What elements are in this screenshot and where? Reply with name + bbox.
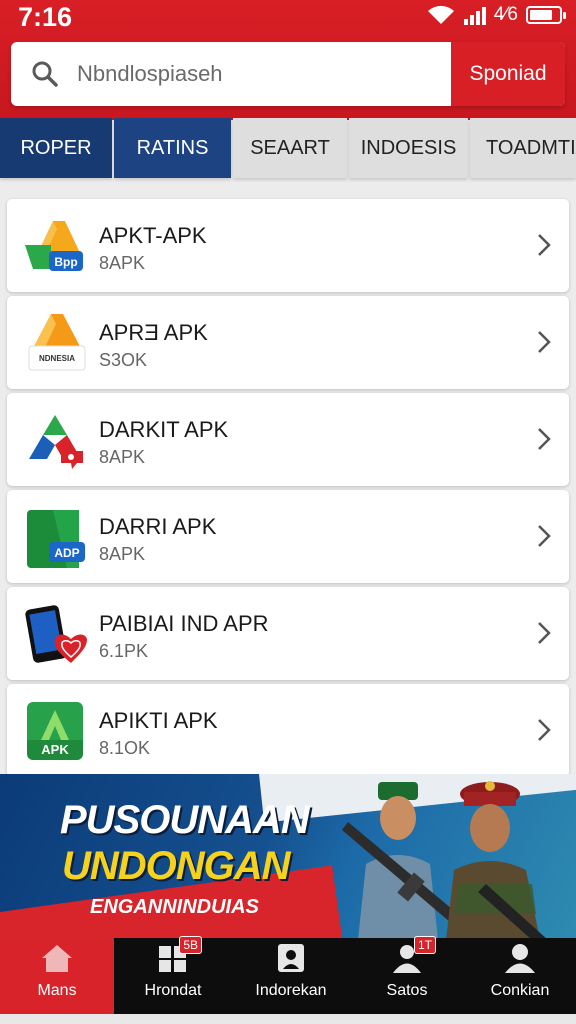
nav-label: Hrondat [144,982,202,999]
svg-text:Bpp: Bpp [54,255,77,269]
tab-roper[interactable]: ROPER [0,118,113,178]
tricolor-triangle-icon [29,415,83,469]
nav-home[interactable]: Mans [0,938,114,1014]
list-item[interactable]: PAIBIAI IND APR 6.1PK [7,587,569,680]
chevron-right-icon [538,234,551,256]
search-icon[interactable] [31,60,59,88]
app-size: 8APK [99,253,146,273]
nav-label: Satos [386,982,428,999]
signal-icon [463,5,486,25]
svg-text:NDNESIA: NDNESIA [39,354,75,363]
search-bar: Sponiad [11,42,565,106]
nav-indorekan[interactable]: Indorekan [232,938,350,1014]
nav-label: Conkian [490,982,550,999]
category-tabs: ROPER RATINS SEAART INDOESIS TOADMTIA [0,118,576,178]
system-gesture-bar [0,1014,576,1024]
chevron-right-icon [538,331,551,353]
home-icon [42,945,72,972]
banner-title: PUSOUNAAN [60,798,310,842]
app-size: 8APK [99,447,146,467]
svg-text:ADP: ADP [54,546,79,560]
wifi-icon [427,5,454,24]
svg-text:APK: APK [41,742,69,757]
list-item[interactable]: NDNESIA APRƎ APK S3OK [7,296,569,389]
promo-banner[interactable]: PUSOUNAAN UNDONGAN ENGANNINDUIAS [0,774,576,940]
app-name: DARRI APK [99,514,217,539]
app-name: PAIBIAI IND APR [99,611,269,636]
battery-icon [526,6,566,24]
orange-a-app-icon: Bpp [25,221,83,271]
green-adp-icon: ADP [27,510,85,568]
notification-badge: 1T [413,936,436,954]
banner-subtitle: UNDONGAN [62,844,291,888]
chevron-right-icon [538,622,551,644]
green-apk-icon: APK [27,702,83,760]
user-icon: 1T [390,936,436,974]
tab-seaart[interactable]: SEAART [233,118,348,178]
tab-toadmtia[interactable]: TOADMTIA [470,118,576,178]
app-size: 6.1PK [99,641,149,661]
tab-indoesis[interactable]: INDOESIS [349,118,468,178]
app-size: 8.1OK [99,738,151,758]
person-card-icon [278,944,304,972]
network-label: 4⁄6 [493,4,518,25]
chevron-right-icon [538,525,551,547]
list-item[interactable]: DARKIT APK 8APK [7,393,569,486]
app-name: APIKTI APK [99,708,218,733]
list-item[interactable]: APK APIKTI APK 8.1OK [7,684,569,777]
nav-satos[interactable]: 1T Satos [350,936,464,1014]
app-size: 8APK [99,544,146,564]
app-name: APRƎ APK [99,320,208,345]
search-input[interactable] [77,42,447,106]
app-header: 7:16 4⁄6 Sponiad [0,0,576,120]
chevron-right-icon [538,719,551,741]
account-icon [505,944,535,973]
nav-label: Indorekan [255,982,327,999]
soldiers-illustration [342,781,548,940]
search-button[interactable]: Sponiad [451,42,565,106]
status-time: 7:16 [18,2,73,32]
status-icons: 4⁄6 [426,4,566,26]
app-size: S3OK [99,350,148,370]
nav-label: Mans [37,982,77,999]
list-item[interactable]: ADP DARRI APK 8APK [7,490,569,583]
tab-ratins[interactable]: RATINS [114,118,232,178]
orange-a-indonesia-icon: NDNESIA [28,314,86,371]
nav-hrondat[interactable]: 5B Hrondat [114,936,232,1014]
phone-heart-icon [25,605,87,663]
grid-icon: 5B [156,936,202,974]
app-name: APKT-APK [99,223,207,248]
bottom-navigation: Mans 5B Hrondat Indorekan 1T Satos Conki… [0,936,576,1014]
banner-tagline: ENGANNINDUIAS [90,896,259,918]
nav-conkian[interactable]: Conkian [464,938,576,1014]
app-name: DARKIT APK [99,417,229,442]
notification-badge: 5B [179,936,202,954]
chevron-right-icon [538,428,551,450]
list-item[interactable]: Bpp APKT-APK 8APK [7,199,569,292]
